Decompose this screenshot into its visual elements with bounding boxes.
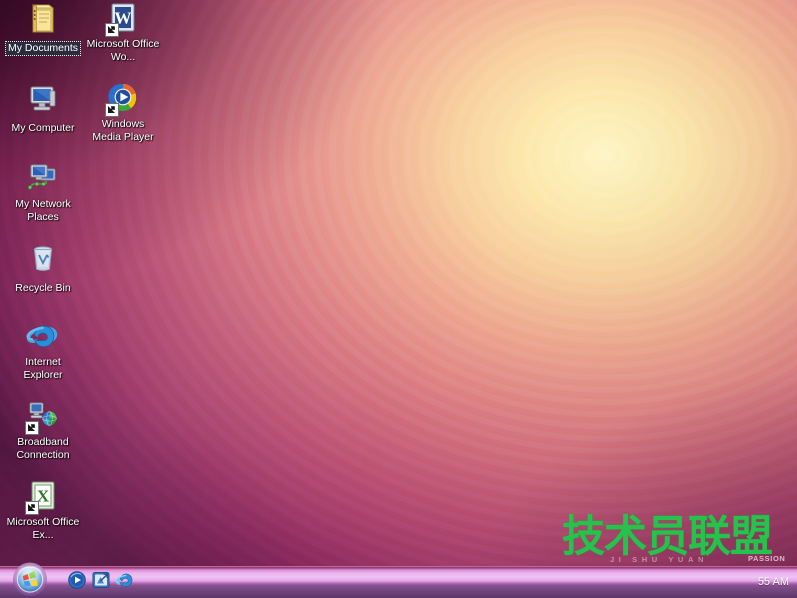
- internet-explorer-icon: [26, 320, 60, 354]
- shortcut-arrow-icon: [25, 501, 39, 515]
- desktop-icon-label: My Network Places: [4, 198, 82, 223]
- media-player-icon: [106, 82, 140, 116]
- quick-launch-media-player[interactable]: [68, 571, 86, 589]
- watermark-passion-text: PASSION: [748, 554, 785, 563]
- desktop[interactable]: My Documents W Microsoft Office Wo...: [0, 0, 797, 598]
- shortcut-arrow-icon: [105, 23, 119, 37]
- quick-launch-bar[interactable]: [68, 571, 134, 589]
- shortcut-arrow-icon: [25, 421, 39, 435]
- desktop-icon-my-network-places[interactable]: My Network Places: [4, 162, 82, 225]
- excel-icon: X: [26, 480, 60, 514]
- taskbar-clock[interactable]: 55 AM: [758, 576, 793, 588]
- broadband-icon: [26, 400, 60, 434]
- folder-documents-icon: [26, 2, 60, 36]
- shortcut-arrow-icon: [105, 103, 119, 117]
- desktop-icon-windows-media-player[interactable]: Windows Media Player: [84, 82, 162, 145]
- desktop-icon-my-computer[interactable]: My Computer: [4, 82, 82, 136]
- desktop-icon-label: My Computer: [9, 122, 76, 135]
- recycle-bin-icon: [26, 242, 60, 276]
- desktop-icon-microsoft-office-word[interactable]: W Microsoft Office Wo...: [84, 2, 162, 65]
- desktop-icon-microsoft-office-excel[interactable]: X Microsoft Office Ex...: [4, 480, 82, 543]
- word-icon: W: [106, 2, 140, 36]
- desktop-icon-recycle-bin[interactable]: Recycle Bin: [4, 242, 82, 296]
- taskbar[interactable]: 55 AM: [0, 566, 797, 598]
- computer-icon: [26, 82, 60, 116]
- desktop-icon-label: My Documents: [6, 42, 80, 55]
- quick-launch-show-desktop[interactable]: [92, 571, 110, 589]
- quick-launch-internet-explorer[interactable]: [116, 571, 134, 589]
- watermark-chinese-text: 技术员联盟: [562, 514, 772, 560]
- system-tray[interactable]: 55 AM: [758, 566, 793, 598]
- desktop-icon-my-documents[interactable]: My Documents: [4, 2, 82, 56]
- watermark-pinyin-text: JI SHU YUAN: [610, 555, 708, 564]
- desktop-icon-label: Windows Media Player: [84, 118, 162, 143]
- desktop-icon-internet-explorer[interactable]: Internet Explorer: [4, 320, 82, 383]
- start-button[interactable]: [4, 561, 56, 598]
- desktop-icon-label: Internet Explorer: [4, 356, 82, 381]
- desktop-icon-label: Microsoft Office Ex...: [4, 516, 82, 541]
- desktop-icon-label: Microsoft Office Wo...: [84, 38, 162, 63]
- desktop-icon-label: Broadband Connection: [4, 436, 82, 461]
- desktop-icon-label: Recycle Bin: [13, 282, 72, 295]
- network-places-icon: [26, 162, 60, 196]
- desktop-icon-broadband-connection[interactable]: Broadband Connection: [4, 400, 82, 463]
